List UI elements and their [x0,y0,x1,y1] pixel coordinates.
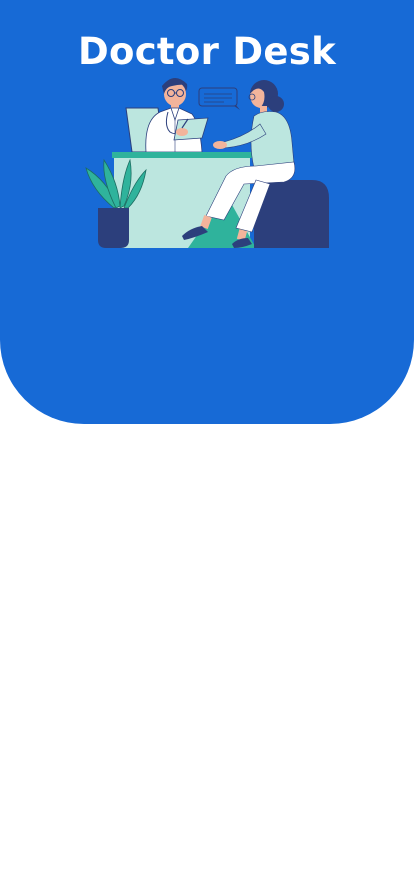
screen: Doctor Desk [0,0,414,896]
doctor-figure [145,77,209,153]
hero-header: Doctor Desk [0,0,414,424]
app-title: Doctor Desk [77,30,337,73]
speech-bubble-icon [198,87,240,110]
doctor-consultation-illustration [84,72,332,250]
